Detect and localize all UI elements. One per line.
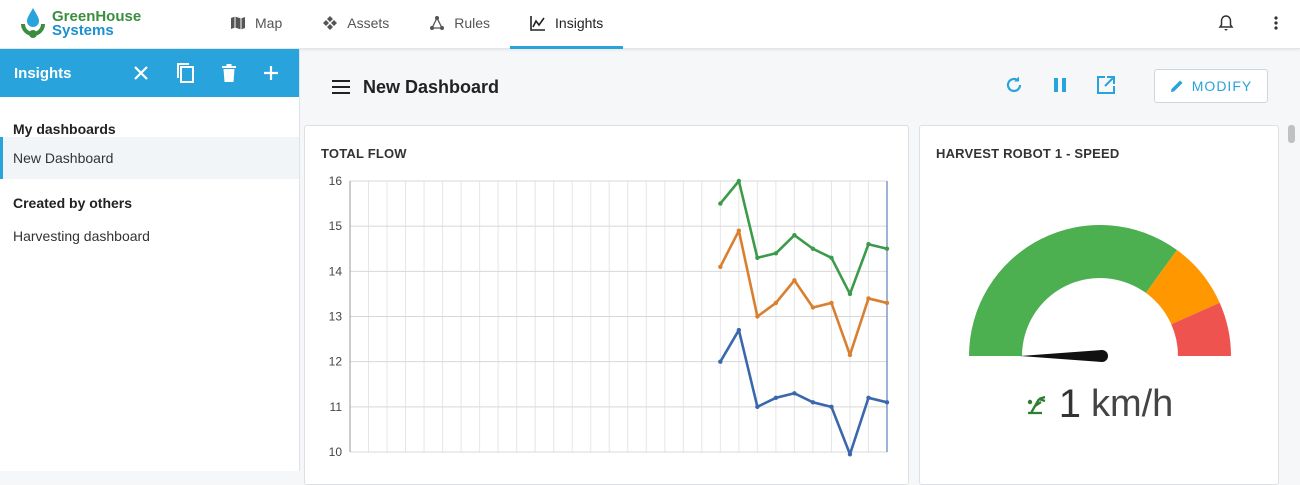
y-tick-label: 16 bbox=[329, 174, 343, 188]
y-tick-label: 14 bbox=[329, 264, 343, 278]
gauge-needle bbox=[1020, 350, 1102, 362]
pause-icon[interactable] bbox=[1052, 76, 1068, 94]
dashboard-title: New Dashboard bbox=[363, 77, 500, 97]
data-point bbox=[866, 395, 871, 400]
more-vertical-icon[interactable] bbox=[1274, 15, 1278, 31]
data-point bbox=[736, 327, 742, 333]
nav-rules[interactable]: Rules bbox=[409, 0, 510, 49]
y-tick-label: 15 bbox=[329, 219, 343, 233]
data-point bbox=[718, 201, 723, 206]
nav-insights-label: Insights bbox=[555, 15, 604, 31]
robot-speed-widget: HARVEST ROBOT 1 - SPEED 1 km/h bbox=[919, 125, 1279, 485]
sidebar: Insights My dashboards New Dashboard Cre… bbox=[0, 49, 300, 471]
data-point bbox=[792, 391, 797, 396]
main-nav: Map Assets Rules Insights bbox=[210, 0, 624, 49]
data-point bbox=[866, 242, 871, 247]
sidebar-title: Insights bbox=[14, 64, 72, 82]
speed-unit: km/h bbox=[1090, 383, 1174, 425]
data-point bbox=[829, 255, 834, 260]
total-flow-widget: TOTAL FLOW 10 11 12 13 14 15 16 bbox=[304, 125, 909, 485]
section-my-dashboards: My dashboards bbox=[13, 121, 116, 137]
top-right-actions bbox=[1218, 14, 1278, 32]
series-line bbox=[719, 229, 888, 357]
gauge-band bbox=[969, 224, 1177, 356]
speed-readout: 1 km/h bbox=[920, 382, 1278, 427]
logo-icon bbox=[21, 8, 45, 38]
pencil-icon bbox=[1170, 80, 1183, 92]
data-point bbox=[718, 359, 723, 364]
sidebar-header: Insights bbox=[0, 49, 299, 97]
top-bar: GreenHouse Systems Map Assets Rules Insi… bbox=[0, 0, 1300, 49]
hamburger-menu-icon[interactable] bbox=[332, 80, 350, 94]
series-line bbox=[719, 179, 888, 296]
data-point bbox=[773, 395, 779, 400]
data-point bbox=[773, 251, 779, 256]
data-point bbox=[810, 400, 816, 405]
scrollbar-thumb[interactable] bbox=[1288, 125, 1295, 143]
data-point bbox=[847, 452, 853, 457]
data-point bbox=[866, 296, 871, 301]
data-point bbox=[792, 278, 797, 283]
data-point bbox=[755, 314, 760, 319]
section-created-by-others: Created by others bbox=[13, 195, 133, 211]
logo[interactable]: GreenHouse Systems bbox=[20, 4, 141, 44]
close-icon[interactable] bbox=[133, 65, 149, 81]
speed-gauge bbox=[969, 224, 1231, 362]
map-icon bbox=[231, 16, 245, 30]
refresh-icon[interactable] bbox=[1004, 75, 1024, 95]
data-point bbox=[755, 255, 760, 260]
insights-icon bbox=[530, 16, 546, 31]
brand-line2: Systems bbox=[52, 22, 114, 39]
data-point bbox=[810, 246, 816, 251]
data-point bbox=[736, 228, 742, 233]
data-point bbox=[718, 264, 723, 270]
add-icon[interactable] bbox=[263, 65, 279, 81]
delete-icon[interactable] bbox=[221, 64, 237, 82]
robot-speed-title: HARVEST ROBOT 1 - SPEED bbox=[936, 146, 1120, 161]
nav-assets-label: Assets bbox=[347, 15, 390, 31]
data-point bbox=[829, 300, 834, 306]
data-point bbox=[847, 291, 853, 297]
harvest-robot-icon bbox=[1027, 395, 1046, 414]
nav-map-label: Map bbox=[255, 15, 283, 31]
data-point bbox=[810, 305, 816, 310]
copy-icon[interactable] bbox=[175, 62, 195, 84]
total-flow-chart: 10 11 12 13 14 15 16 bbox=[329, 174, 890, 459]
series-line bbox=[719, 328, 888, 456]
notifications-bell-icon[interactable] bbox=[1218, 14, 1234, 32]
open-external-icon[interactable] bbox=[1096, 75, 1116, 95]
modify-button[interactable]: MODIFY bbox=[1154, 69, 1268, 103]
data-point bbox=[792, 233, 797, 238]
nav-assets[interactable]: Assets bbox=[302, 0, 409, 49]
data-point bbox=[773, 300, 779, 306]
rules-icon bbox=[430, 16, 445, 30]
data-point bbox=[755, 404, 760, 410]
data-point bbox=[847, 352, 853, 358]
data-point bbox=[884, 400, 890, 405]
nav-insights[interactable]: Insights bbox=[510, 0, 624, 49]
y-tick-label: 10 bbox=[329, 445, 343, 459]
sidebar-item-harvesting-dashboard[interactable]: Harvesting dashboard bbox=[0, 215, 299, 257]
dashboard-header: New Dashboard MODIFY bbox=[300, 49, 1300, 125]
gauge-hub bbox=[1096, 350, 1108, 362]
data-point bbox=[736, 178, 742, 184]
y-tick-label: 12 bbox=[329, 355, 343, 369]
data-point bbox=[884, 246, 890, 251]
speed-value: 1 bbox=[1058, 382, 1081, 426]
nav-rules-label: Rules bbox=[454, 15, 491, 31]
assets-icon bbox=[323, 16, 338, 30]
data-point bbox=[829, 404, 834, 410]
data-point bbox=[884, 300, 890, 306]
nav-map[interactable]: Map bbox=[210, 0, 302, 49]
y-tick-label: 13 bbox=[329, 310, 343, 324]
modify-label: MODIFY bbox=[1191, 78, 1253, 94]
y-tick-label: 11 bbox=[330, 400, 343, 414]
sidebar-item-new-dashboard[interactable]: New Dashboard bbox=[0, 137, 299, 179]
